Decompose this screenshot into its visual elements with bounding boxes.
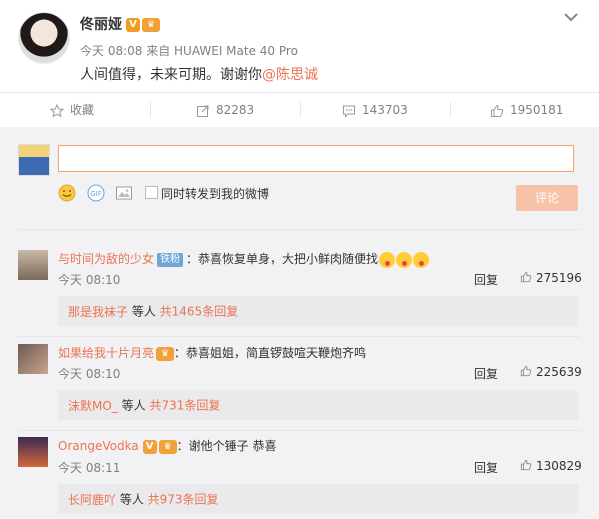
sub-replies-box: 沫默MO_ 等人 共731条回复 bbox=[58, 390, 578, 420]
comment-like-button[interactable]: 225639 bbox=[520, 365, 582, 379]
sub-reply-user[interactable]: 长阿鹿吖 bbox=[68, 493, 116, 507]
image-icon[interactable] bbox=[115, 184, 133, 202]
thumbs-up-icon bbox=[520, 365, 532, 377]
author-name[interactable]: 佟丽娅 bbox=[80, 17, 122, 33]
laugh-emoji-icon bbox=[413, 251, 430, 268]
sub-reply-mid: 等人 bbox=[128, 304, 160, 319]
commenter-avatar[interactable] bbox=[18, 344, 48, 374]
laugh-emoji-icon bbox=[379, 251, 396, 268]
chevron-down-icon[interactable] bbox=[562, 8, 580, 26]
comment-like-button[interactable]: 275196 bbox=[520, 271, 582, 285]
comment-like-count: 225639 bbox=[536, 365, 582, 379]
sub-reply-count-link[interactable]: 共1465条回复 bbox=[160, 305, 239, 319]
gif-text: GIF bbox=[90, 190, 102, 198]
reply-button[interactable]: 回复 bbox=[474, 459, 498, 476]
commenter-name[interactable]: 与时间为敌的少女 bbox=[58, 252, 154, 266]
fan-badge: 铁粉 bbox=[157, 252, 184, 267]
sub-reply-user[interactable]: 那是我袜子 bbox=[68, 305, 128, 319]
comment-like-count: 130829 bbox=[536, 459, 582, 473]
mention-link[interactable]: @陈思诚 bbox=[262, 67, 318, 83]
verified-badge-icon: V bbox=[126, 18, 140, 32]
forward-checkbox[interactable] bbox=[145, 186, 158, 199]
repost-icon bbox=[197, 105, 209, 117]
comment-like-count: 275196 bbox=[536, 271, 582, 285]
divider bbox=[150, 102, 151, 118]
comment-line: 与时间为敌的少女 铁粉 ：恭喜恢复单身，大把小鲜肉随便找 bbox=[58, 250, 430, 268]
like-button[interactable]: 1950181 bbox=[490, 93, 563, 127]
sub-reply-mid: 等人 bbox=[116, 492, 148, 507]
forward-label: 同时转发到我的微博 bbox=[161, 187, 270, 201]
comment-like-button[interactable]: 130829 bbox=[520, 459, 582, 473]
comment-line: 如果给我十片月亮 ♛ ：恭喜姐姐，简直锣鼓喧天鞭炮齐鸣 bbox=[58, 344, 366, 361]
comment-icon bbox=[343, 105, 355, 118]
thumbs-up-icon bbox=[520, 271, 532, 283]
divider bbox=[18, 430, 580, 431]
commenter-avatar[interactable] bbox=[18, 250, 48, 280]
post-meta: 今天 08:08 来自 HUAWEI Mate 40 Pro bbox=[80, 44, 298, 58]
favorite-label: 收藏 bbox=[70, 103, 95, 117]
reply-button[interactable]: 回复 bbox=[474, 365, 498, 382]
thumbs-up-icon bbox=[491, 104, 504, 117]
divider bbox=[300, 102, 301, 118]
vip-crown-icon: ♛ bbox=[142, 18, 160, 32]
like-count: 1950181 bbox=[510, 103, 564, 117]
divider bbox=[18, 336, 580, 337]
vip-crown-icon: ♛ bbox=[158, 439, 177, 454]
post-text: 人间值得，未来可期。谢谢你 bbox=[80, 67, 262, 83]
commenter-name[interactable]: OrangeVodka bbox=[58, 439, 139, 453]
author-name-row: 佟丽娅 V ♛ bbox=[80, 14, 160, 34]
comment-time: 今天 08:10 bbox=[58, 367, 121, 381]
divider bbox=[450, 102, 451, 118]
sub-reply-count-link[interactable]: 共973条回复 bbox=[148, 493, 219, 507]
repost-button[interactable]: 82283 bbox=[196, 93, 254, 127]
sub-replies-box: 长阿鹿吖 等人 共973条回复 bbox=[58, 484, 578, 514]
vip-crown-icon: ♛ bbox=[156, 346, 175, 361]
comment-input[interactable] bbox=[58, 145, 574, 172]
comment-text: ：恭喜姐姐，简直锣鼓喧天鞭炮齐鸣 bbox=[174, 346, 367, 360]
sub-reply-mid: 等人 bbox=[117, 398, 150, 413]
composer-tools: GIF bbox=[58, 184, 138, 204]
comment-time: 今天 08:10 bbox=[58, 273, 121, 287]
reply-button[interactable]: 回复 bbox=[474, 271, 498, 288]
comment-text: ：恭喜恢复单身，大把小鲜肉随便找 bbox=[186, 252, 379, 266]
comment-time: 今天 08:11 bbox=[58, 461, 121, 475]
emoji-icon[interactable] bbox=[58, 184, 76, 202]
post-content: 人间值得，未来可期。谢谢你@陈思诚 bbox=[80, 64, 318, 84]
submit-comment-button[interactable]: 评论 bbox=[516, 185, 578, 211]
my-avatar[interactable] bbox=[18, 144, 50, 176]
comment-count: 143703 bbox=[362, 103, 408, 117]
verified-badge-icon: V bbox=[142, 439, 157, 454]
star-icon bbox=[49, 103, 65, 118]
divider bbox=[18, 229, 580, 230]
comment-line: OrangeVodka V ♛ ：谢他个锤子 恭喜 bbox=[58, 437, 277, 454]
laugh-emoji-icon bbox=[396, 251, 413, 268]
sub-replies-box: 那是我袜子 等人 共1465条回复 bbox=[58, 296, 578, 326]
gif-icon[interactable]: GIF bbox=[87, 184, 105, 202]
commenter-avatar[interactable] bbox=[18, 437, 48, 467]
comment-button[interactable]: 143703 bbox=[342, 93, 408, 127]
favorite-button[interactable]: 收藏 bbox=[49, 93, 95, 127]
author-avatar[interactable] bbox=[18, 12, 70, 64]
thumbs-up-icon bbox=[520, 459, 532, 471]
action-bar: 收藏 82283 143703 1950181 bbox=[0, 92, 599, 128]
sub-reply-count-link[interactable]: 共731条回复 bbox=[149, 399, 220, 413]
repost-count: 82283 bbox=[216, 103, 255, 117]
comment-text: ：谢他个锤子 恭喜 bbox=[176, 439, 277, 453]
commenter-name[interactable]: 如果给我十片月亮 bbox=[58, 346, 154, 360]
sub-reply-user[interactable]: 沫默MO_ bbox=[68, 399, 118, 413]
